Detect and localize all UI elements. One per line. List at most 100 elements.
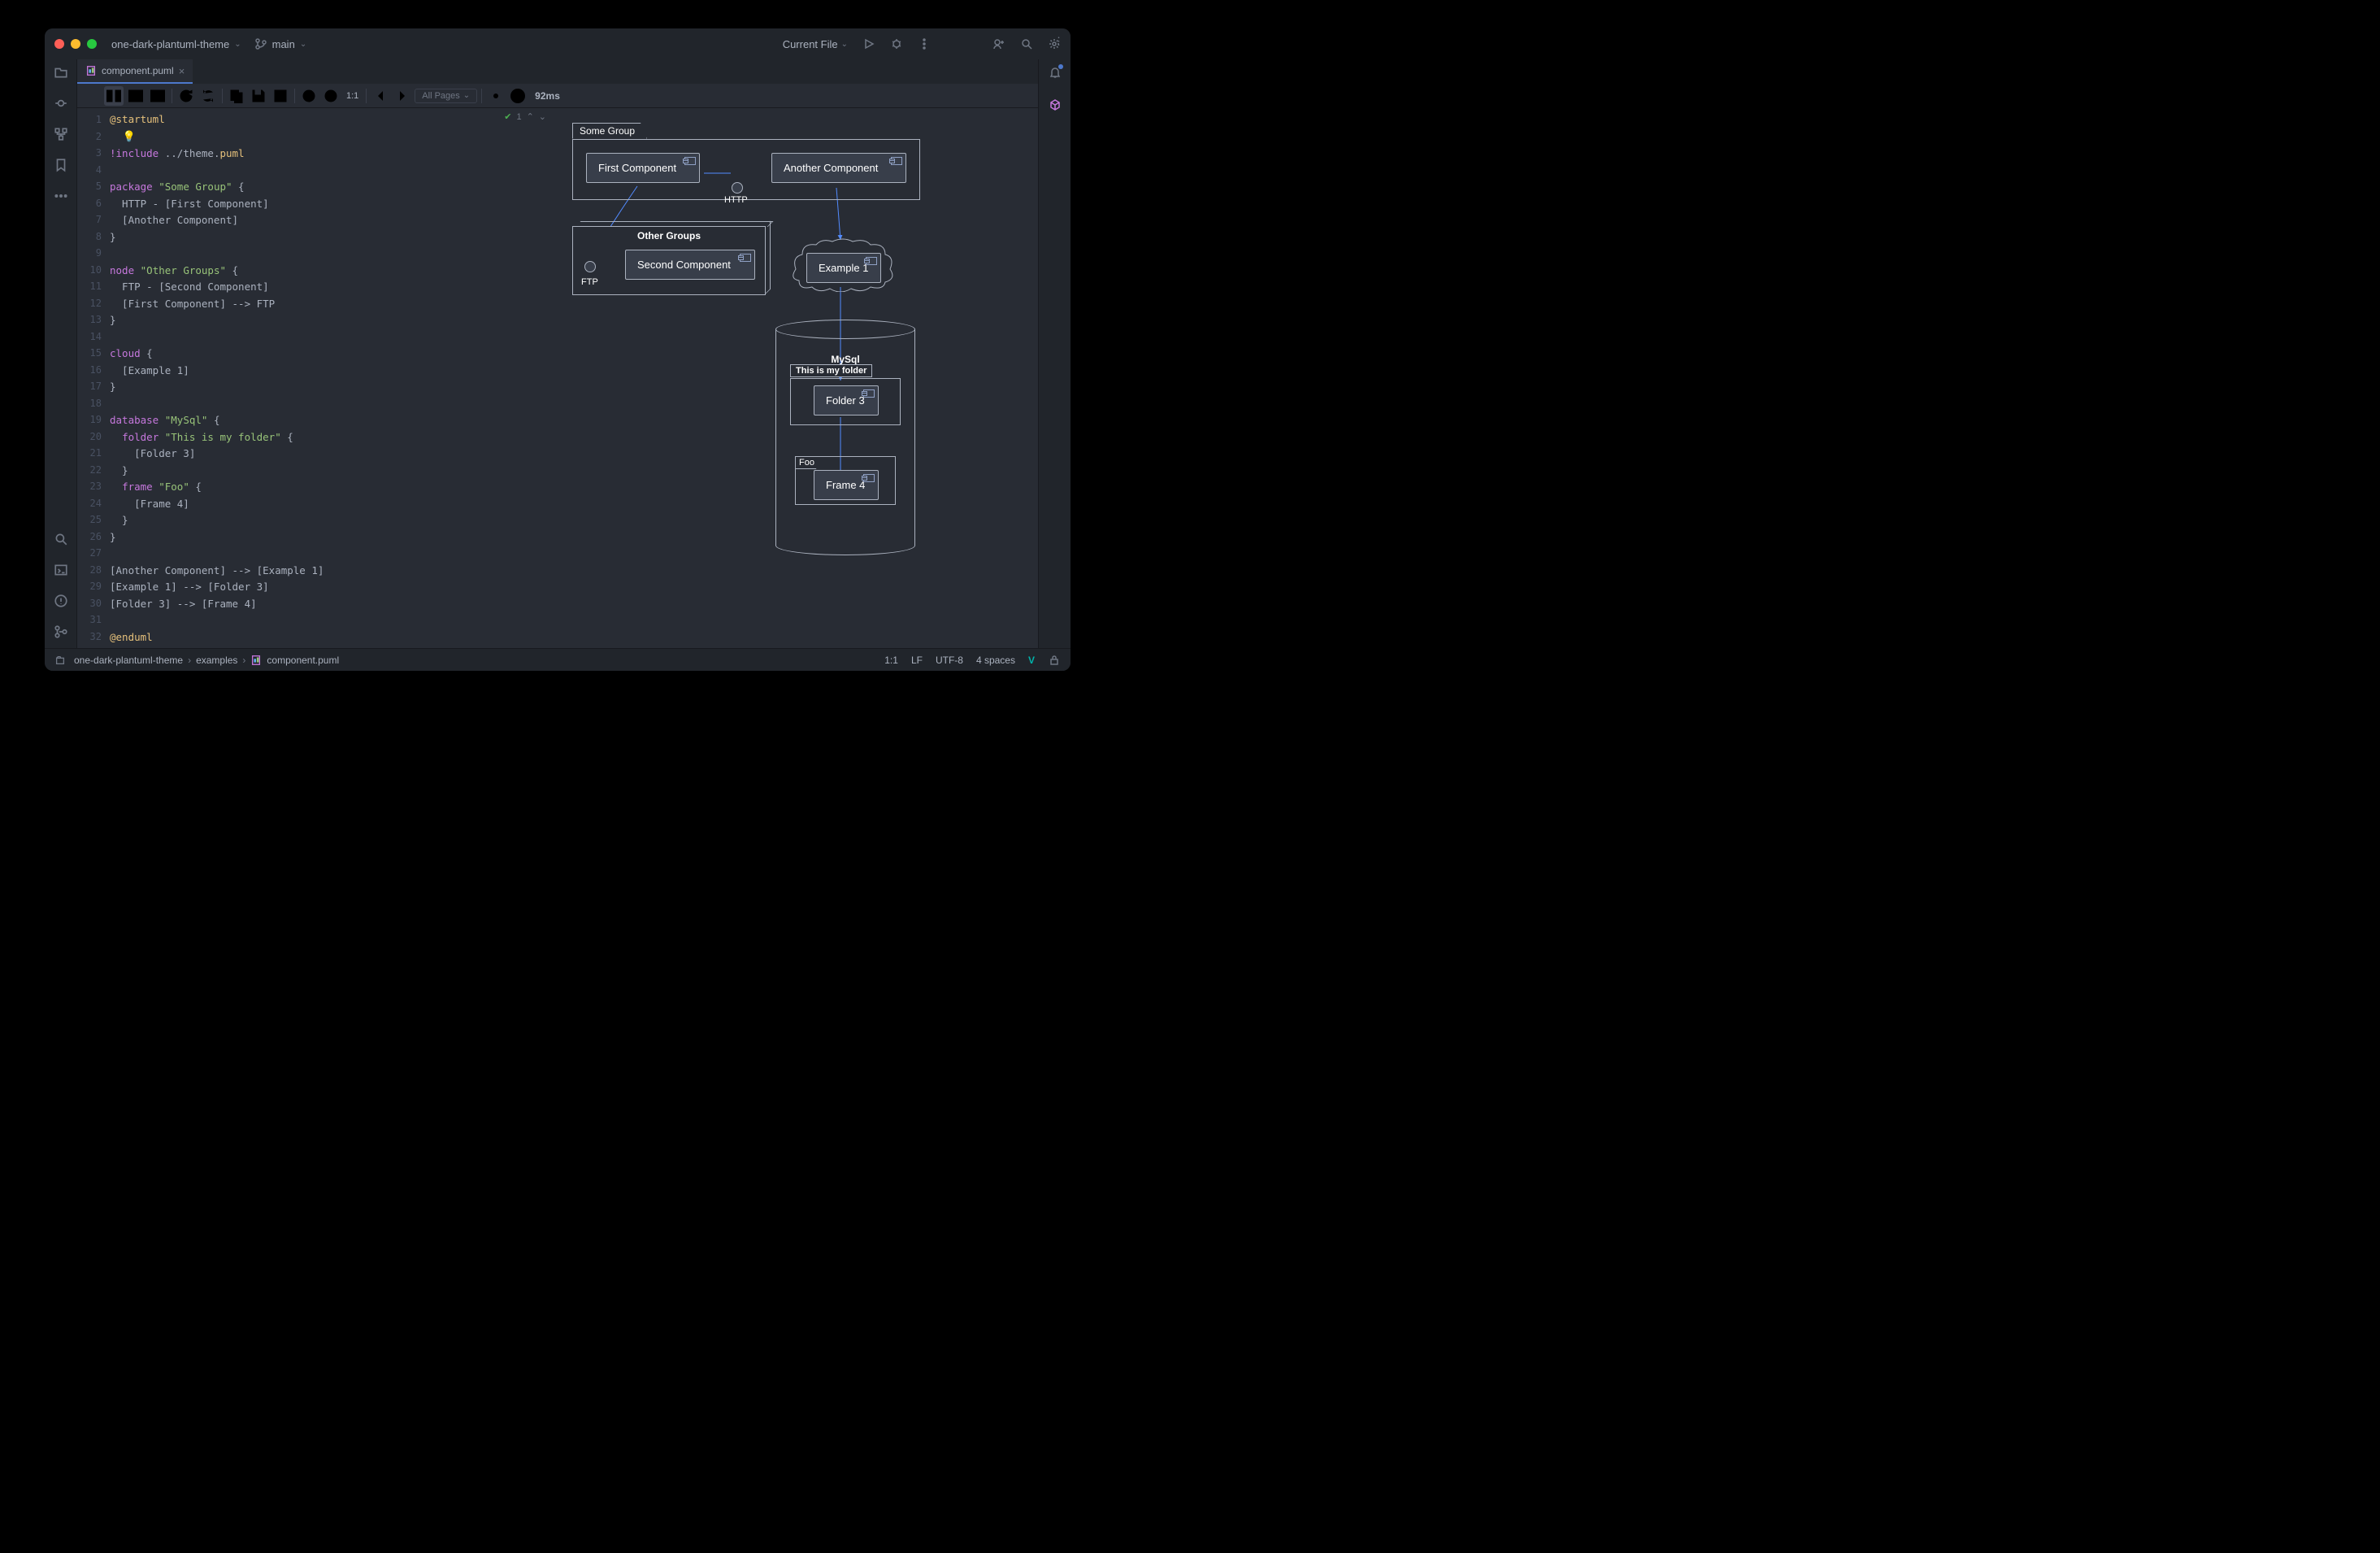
view-split-button[interactable]: [104, 86, 124, 106]
view-image-button[interactable]: [148, 86, 167, 106]
commit-tool-button[interactable]: [53, 95, 69, 111]
package-label: Some Group: [572, 123, 647, 139]
more-actions-button[interactable]: [918, 37, 931, 50]
package-some-group: Some Group First Component Another Compo…: [572, 139, 920, 200]
right-tool-strip: [1038, 59, 1071, 648]
code-editor[interactable]: 1234567891011121314151617181920212223242…: [77, 108, 553, 648]
component-frame4: Frame 4: [814, 470, 879, 500]
component-folder3: Folder 3: [814, 385, 879, 415]
component-icon: [866, 257, 877, 265]
bookmarks-tool-button[interactable]: [53, 157, 69, 173]
component-another: Another Component: [771, 153, 906, 183]
file-icon: [85, 65, 97, 76]
minimize-window-button[interactable]: [71, 39, 80, 49]
tab-filename: component.puml: [102, 65, 174, 76]
ide-window: one-dark-plantuml-theme ⌄ main ⌄ Current…: [45, 28, 1071, 671]
code-body[interactable]: @startuml 💡 !include ../theme.puml packa…: [110, 108, 553, 648]
notifications-button[interactable]: [1049, 66, 1062, 79]
inspection-widget[interactable]: ✔ 1 ⌃ ⌄: [504, 111, 546, 122]
render-timing-label: 92ms: [535, 90, 560, 102]
readonly-lock-icon[interactable]: [1048, 654, 1061, 667]
chevron-down-icon: ⌄: [234, 40, 241, 49]
project-selector[interactable]: one-dark-plantuml-theme ⌄: [111, 38, 241, 50]
frame-label: Foo: [795, 456, 821, 469]
component-icon: [891, 157, 902, 165]
titlebar: one-dark-plantuml-theme ⌄ main ⌄ Current…: [45, 28, 1071, 59]
node-label: Other Groups: [573, 227, 765, 245]
file-encoding[interactable]: UTF-8: [936, 655, 963, 666]
settings-gear-button[interactable]: [486, 86, 506, 106]
window-controls: [54, 39, 97, 49]
editor-tabs: component.puml × ⋮: [77, 59, 1038, 84]
run-config-label: Current File: [783, 38, 838, 50]
structure-tool-button[interactable]: [53, 126, 69, 142]
debug-button[interactable]: [890, 37, 903, 50]
maximize-window-button[interactable]: [87, 39, 97, 49]
line-gutter: 1234567891011121314151617181920212223242…: [77, 108, 110, 648]
component-icon: [863, 389, 875, 398]
chevron-down-icon[interactable]: ⌄: [539, 111, 546, 122]
http-label: HTTP: [724, 195, 748, 205]
file-icon: [250, 655, 262, 666]
cursor-position[interactable]: 1:1: [884, 655, 898, 666]
run-button[interactable]: [862, 37, 875, 50]
search-everywhere-button[interactable]: [1020, 37, 1033, 50]
zoom-out-button[interactable]: [321, 86, 341, 106]
editor-toolbar: 1:1 All Pages ⌄ 92ms: [77, 84, 1038, 108]
code-with-me-button[interactable]: [992, 37, 1005, 50]
node-other-groups: Other Groups FTP Second Component: [572, 226, 766, 295]
branch-name-label: main: [272, 38, 295, 50]
project-tool-button[interactable]: [53, 64, 69, 80]
copy-button[interactable]: [227, 86, 246, 106]
vcs-branch-selector[interactable]: main ⌄: [254, 37, 307, 50]
component-example1: Example 1: [806, 253, 881, 283]
project-name-label: one-dark-plantuml-theme: [111, 38, 229, 50]
check-icon: ✔: [504, 111, 511, 122]
component-icon: [863, 474, 875, 482]
ftp-label: FTP: [581, 277, 598, 287]
nav-forward-button[interactable]: [393, 86, 412, 106]
line-ending[interactable]: LF: [911, 655, 923, 666]
find-tool-button[interactable]: [53, 531, 69, 547]
chevron-down-icon: ⌄: [463, 91, 470, 100]
refresh-button[interactable]: [176, 86, 196, 106]
auto-refresh-button[interactable]: [198, 86, 218, 106]
indent-setting[interactable]: 4 spaces: [976, 655, 1015, 666]
plantuml-tool-button[interactable]: [1049, 98, 1062, 111]
vim-indicator[interactable]: V: [1028, 655, 1035, 666]
git-tool-button[interactable]: [53, 624, 69, 640]
breadcrumb-segment[interactable]: one-dark-plantuml-theme: [74, 655, 183, 666]
database-mysql: MySql This is my folder Folder 3 Foo: [775, 320, 915, 555]
branch-icon: [254, 37, 267, 50]
status-bar: one-dark-plantuml-theme › examples › com…: [45, 648, 1071, 671]
terminal-tool-button[interactable]: [53, 562, 69, 578]
view-list-button[interactable]: [82, 86, 102, 106]
page-selector[interactable]: All Pages ⌄: [415, 89, 477, 103]
problems-tool-button[interactable]: [53, 593, 69, 609]
close-tab-button[interactable]: ×: [179, 65, 185, 77]
chevron-up-icon[interactable]: ⌃: [527, 111, 534, 122]
breadcrumb[interactable]: one-dark-plantuml-theme › examples › com…: [74, 655, 339, 666]
view-preview-button[interactable]: [126, 86, 145, 106]
breadcrumb-segment[interactable]: component.puml: [267, 655, 339, 666]
chevron-down-icon: ⌄: [300, 40, 306, 49]
more-tools-button[interactable]: [53, 188, 69, 204]
breadcrumb-segment[interactable]: examples: [196, 655, 237, 666]
zoom-in-button[interactable]: [299, 86, 319, 106]
editor-tab[interactable]: component.puml ×: [77, 59, 193, 84]
tab-options-button[interactable]: ⋮: [1053, 35, 1064, 48]
export-button[interactable]: [271, 86, 290, 106]
chevron-down-icon: ⌄: [841, 40, 848, 49]
diagram-preview[interactable]: Some Group First Component Another Compo…: [553, 108, 1038, 648]
component-second: Second Component: [625, 250, 755, 280]
editor-area: component.puml × ⋮: [77, 59, 1038, 648]
help-button[interactable]: [508, 86, 528, 106]
component-icon: [740, 254, 751, 262]
save-button[interactable]: [249, 86, 268, 106]
left-tool-strip: [45, 59, 77, 648]
close-window-button[interactable]: [54, 39, 64, 49]
frame-foo: Foo Frame 4: [795, 456, 896, 505]
nav-back-button[interactable]: [371, 86, 390, 106]
inspection-count: 1: [516, 112, 521, 122]
run-config-selector[interactable]: Current File ⌄: [783, 38, 848, 50]
